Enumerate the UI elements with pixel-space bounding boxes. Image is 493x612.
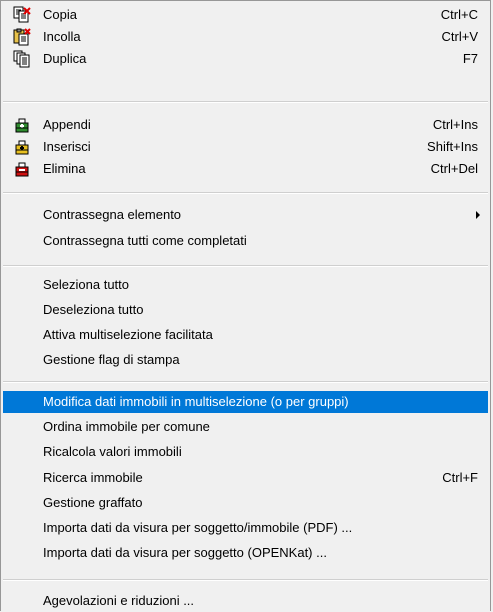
menu-item-label: Agevolazioni e riduzioni ... xyxy=(43,593,195,608)
menu-item-label: Incolla xyxy=(43,29,81,44)
menu-item-shortcut: Ctrl+F xyxy=(442,470,478,485)
menu-item-ricalcola-valori[interactable]: Ricalcola valori immobili xyxy=(3,441,488,463)
menu-item-label: Importa dati da visura per soggetto/immo… xyxy=(43,520,353,535)
menu-item-inserisci[interactable]: Inserisci Shift+Ins xyxy=(3,136,488,158)
menu-item-shortcut: Shift+Ins xyxy=(427,139,478,154)
paste-icon xyxy=(13,28,31,46)
delete-icon xyxy=(13,160,31,178)
menu-item-deseleziona-tutto[interactable]: Deseleziona tutto xyxy=(3,299,488,321)
menu-item-seleziona-tutto[interactable]: Seleziona tutto xyxy=(3,274,488,296)
menu-item-label: Copia xyxy=(43,7,77,22)
duplicate-icon xyxy=(13,50,31,68)
menu-item-label: Gestione graffato xyxy=(43,495,143,510)
menu-item-shortcut: Ctrl+Ins xyxy=(432,117,478,132)
menu-item-ricerca-immobile[interactable]: Ricerca immobile Ctrl+F xyxy=(3,467,488,489)
menu-item-label: Seleziona tutto xyxy=(43,277,130,292)
menu-separator xyxy=(3,579,488,581)
menu-item-label: Ricerca immobile xyxy=(43,470,143,485)
menu-item-shortcut: Ctrl+Del xyxy=(430,161,478,176)
menu-item-ordina-immobile[interactable]: Ordina immobile per comune xyxy=(3,416,488,438)
menu-item-label: Contrassegna elemento xyxy=(43,207,182,222)
menu-item-incolla[interactable]: Incolla Ctrl+V xyxy=(3,26,488,48)
menu-item-gestione-flag-stampa[interactable]: Gestione flag di stampa xyxy=(3,349,488,371)
menu-item-label: Duplica xyxy=(43,51,87,66)
menu-item-label: Ricalcola valori immobili xyxy=(43,444,182,459)
menu-item-shortcut: F7 xyxy=(462,51,478,66)
menu-item-label: Deseleziona tutto xyxy=(43,302,144,317)
menu-item-label: Contrassegna tutti come completati xyxy=(43,233,247,248)
menu-item-label: Gestione flag di stampa xyxy=(43,352,180,367)
menu-item-modifica-dati-immobili[interactable]: Modifica dati immobili in multiselezione… xyxy=(3,391,488,413)
menu-item-elimina[interactable]: Elimina Ctrl+Del xyxy=(3,158,488,180)
menu-item-gestione-graffato[interactable]: Gestione graffato xyxy=(3,492,488,514)
menu-separator xyxy=(3,265,488,267)
menu-separator xyxy=(3,192,488,194)
context-menu: Copia Ctrl+C Incolla Ctrl+V Duplica F7 A… xyxy=(0,0,491,611)
menu-item-label: Ordina immobile per comune xyxy=(43,419,210,434)
menu-separator xyxy=(3,381,488,383)
insert-icon xyxy=(13,138,31,156)
menu-item-agevolazioni-riduzioni[interactable]: Agevolazioni e riduzioni ... xyxy=(3,590,488,612)
menu-item-importa-visura-pdf[interactable]: Importa dati da visura per soggetto/immo… xyxy=(3,517,488,539)
menu-item-label: Elimina xyxy=(43,161,86,176)
menu-item-label: Modifica dati immobili in multiselezione… xyxy=(43,394,349,409)
menu-item-contrassegna-tutti[interactable]: Contrassegna tutti come completati xyxy=(3,230,488,252)
menu-item-copia[interactable]: Copia Ctrl+C xyxy=(3,4,488,26)
menu-item-shortcut: Ctrl+C xyxy=(440,7,478,22)
menu-item-label: Appendi xyxy=(43,117,91,132)
menu-item-importa-visura-openkat[interactable]: Importa dati da visura per soggetto (OPE… xyxy=(3,542,488,564)
submenu-arrow-icon xyxy=(476,211,480,219)
menu-item-attiva-multiselezione[interactable]: Attiva multiselezione facilitata xyxy=(3,324,488,346)
menu-item-label: Attiva multiselezione facilitata xyxy=(43,327,213,342)
append-icon xyxy=(13,116,31,134)
menu-item-shortcut: Ctrl+V xyxy=(441,29,478,44)
menu-separator xyxy=(3,101,488,103)
menu-item-label: Inserisci xyxy=(43,139,91,154)
menu-item-duplica[interactable]: Duplica F7 xyxy=(3,48,488,70)
copy-icon xyxy=(13,6,31,24)
menu-item-label: Importa dati da visura per soggetto (OPE… xyxy=(43,545,327,560)
menu-item-appendi[interactable]: Appendi Ctrl+Ins xyxy=(3,114,488,136)
menu-item-contrassegna-elemento[interactable]: Contrassegna elemento xyxy=(3,204,488,226)
